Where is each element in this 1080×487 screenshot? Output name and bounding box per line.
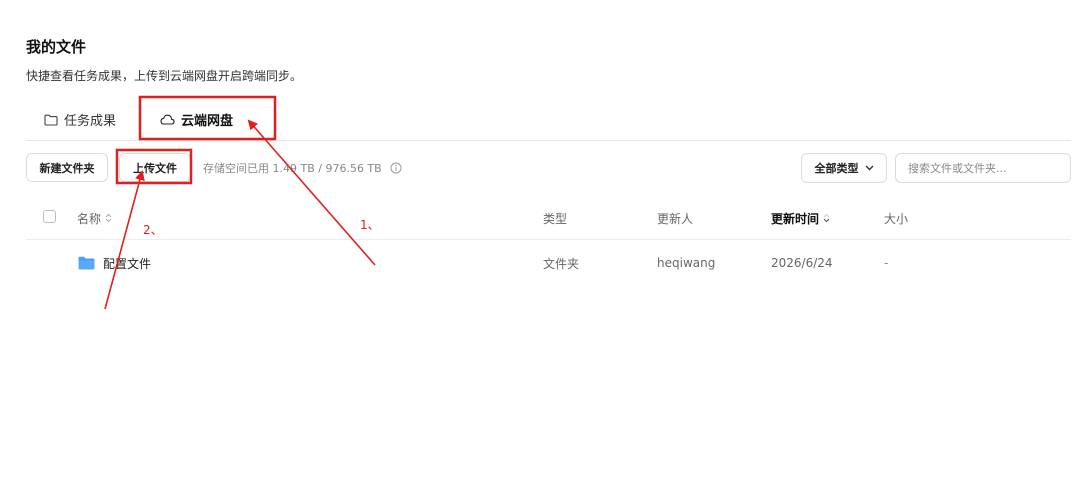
column-type-label: 类型	[543, 211, 568, 226]
storage-usage: 存储空间已用 1.49 TB / 976.56 TB	[203, 160, 402, 176]
folder-outline-icon	[44, 114, 58, 126]
file-name-label: 配置文件	[103, 256, 152, 271]
sort-descending-icon	[823, 213, 830, 223]
page-subtitle: 快捷查看任务成果，上传到云端网盘开启跨端同步。	[26, 69, 303, 83]
folder-icon	[78, 256, 95, 270]
active-tab-underline	[158, 138, 238, 140]
tab-bar: 任务成果 云端网盘	[26, 100, 1071, 141]
table-row[interactable]: 配置文件 文件夹 heqiwang 2026/6/24 -	[26, 242, 1071, 284]
storage-usage-text: 存储空间已用 1.49 TB / 976.56 TB	[203, 162, 382, 175]
file-name-cell[interactable]: 配置文件	[78, 242, 151, 284]
chevron-down-icon	[865, 165, 874, 171]
table-header: 名称 类型 更新人 更新时间 大小	[26, 197, 1071, 240]
column-header-type: 类型	[543, 197, 567, 239]
tab-cloud-drive-label: 云端网盘	[181, 114, 234, 129]
column-header-updater: 更新人	[657, 197, 693, 239]
upload-file-button[interactable]: 上传文件	[119, 153, 191, 182]
column-size-label: 大小	[884, 211, 909, 226]
file-type-cell: 文件夹	[543, 256, 580, 271]
column-updater-label: 更新人	[657, 211, 694, 226]
column-header-size: 大小	[884, 197, 908, 239]
annotation-label-2: 2、	[143, 223, 163, 237]
column-header-updated-time[interactable]: 更新时间	[771, 197, 830, 239]
file-updater-cell: heqiwang	[657, 256, 716, 270]
arrow-step-2	[104, 170, 145, 310]
select-all-checkbox[interactable]	[43, 210, 56, 223]
tab-task-results[interactable]: 任务成果	[44, 100, 116, 139]
search-input[interactable]	[895, 153, 1071, 183]
new-folder-button[interactable]: 新建文件夹	[26, 153, 108, 182]
column-name-label: 名称	[77, 211, 102, 226]
type-filter-dropdown[interactable]: 全部类型	[801, 153, 887, 183]
info-icon[interactable]	[390, 162, 402, 174]
type-filter-label: 全部类型	[814, 162, 859, 175]
annotation-label-1: 1、	[360, 218, 380, 232]
sort-icon	[105, 213, 112, 223]
file-size-cell: -	[884, 256, 889, 270]
column-updated-time-label: 更新时间	[771, 211, 820, 226]
my-files-page: 我的文件 快捷查看任务成果，上传到云端网盘开启跨端同步。 任务成果 云端网盘 新…	[0, 0, 1080, 487]
tab-task-results-label: 任务成果	[64, 114, 117, 129]
tab-cloud-drive[interactable]: 云端网盘	[158, 100, 238, 140]
cloud-icon	[160, 114, 175, 125]
file-updated-time-cell: 2026/6/24	[771, 256, 833, 270]
page-title: 我的文件	[26, 38, 87, 56]
column-header-name[interactable]: 名称	[77, 197, 112, 239]
